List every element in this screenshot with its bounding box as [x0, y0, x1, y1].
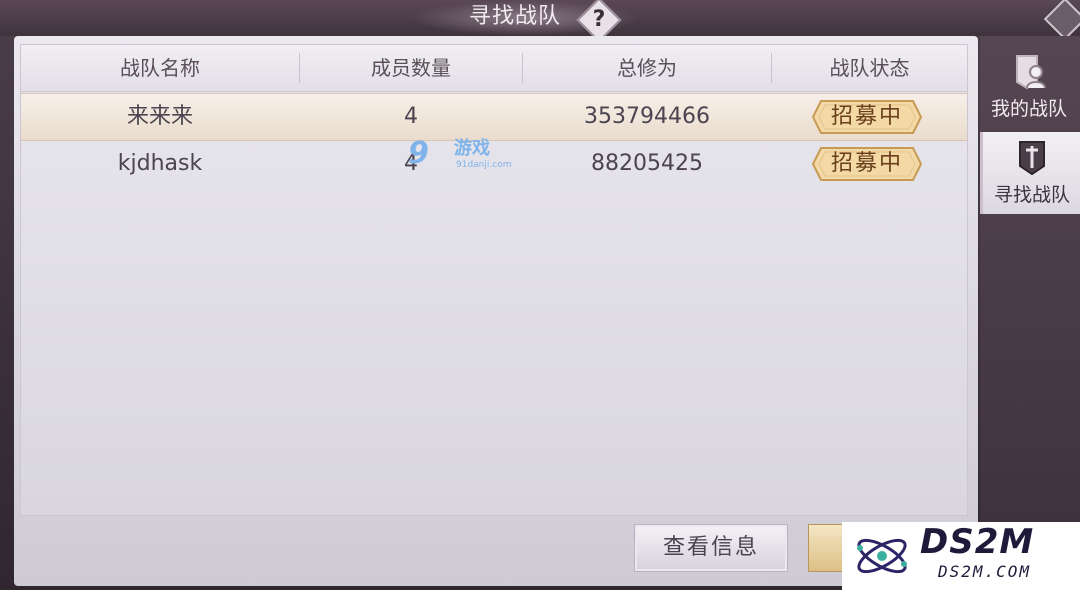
game-window: 寻找战队 ? 战队名称 成员数量 总修为 战队状态 来来来 4 35379446… — [0, 0, 1080, 590]
header-team-status: 战队状态 — [829, 56, 910, 80]
watermark-91-url: 91danji.com — [456, 160, 512, 170]
header-member-count: 成员数量 — [371, 56, 451, 80]
action-bar: 查看信息 加 — [20, 518, 966, 578]
recruiting-badge[interactable]: 招募中 — [811, 146, 923, 182]
status-label: 招募中 — [830, 104, 903, 129]
recruiting-badge[interactable]: 招募中 — [811, 99, 923, 135]
my-team-icon — [1016, 55, 1046, 90]
header-team-name: 战队名称 — [120, 56, 200, 80]
tab-find-team[interactable]: 寻找战队 — [980, 132, 1080, 214]
ds2m-watermark: DS2M DS2M.COM — [842, 522, 1080, 590]
find-team-icon — [1019, 141, 1045, 176]
tab-my-team[interactable]: 我的战队 — [980, 46, 1078, 128]
tab-find-team-label: 寻找战队 — [993, 184, 1070, 206]
total-power: 88205425 — [591, 151, 703, 176]
ds2m-url: DS2M.COM — [938, 562, 1032, 581]
table-header: 战队名称 成员数量 总修为 战队状态 — [21, 45, 967, 92]
header-total-power: 总修为 — [617, 56, 677, 80]
side-tab-bar: 我的战队 寻找战队 — [980, 36, 1080, 590]
tab-my-team-label: 我的战队 — [990, 98, 1067, 120]
ds2m-name: DS2M — [920, 522, 1035, 562]
member-count: 4 — [404, 104, 418, 129]
watermark-91-brand: 9 — [408, 136, 429, 171]
team-list-panel: 战队名称 成员数量 总修为 战队状态 来来来 4 353794466 招募中 k… — [14, 36, 978, 586]
view-info-button[interactable]: 查看信息 — [634, 524, 788, 572]
title-bar: 寻找战队 ? — [0, 0, 1080, 43]
help-symbol: ? — [592, 7, 606, 32]
team-table: 战队名称 成员数量 总修为 战队状态 来来来 4 353794466 招募中 k… — [20, 44, 968, 516]
window-title: 寻找战队 — [468, 4, 561, 29]
watermark-91-name: 游戏 — [454, 138, 490, 159]
status-label: 招募中 — [830, 151, 903, 176]
team-name: kjdhask — [117, 151, 203, 176]
table-row[interactable]: 来来来 4 353794466 招募中 — [21, 93, 967, 141]
total-power: 353794466 — [584, 104, 710, 129]
site-watermark-91: 9 游戏 91danji.com — [408, 136, 512, 172]
ds2m-logo-icon — [857, 538, 907, 574]
team-name: 来来来 — [126, 104, 193, 129]
close-icon[interactable] — [1043, 0, 1080, 41]
